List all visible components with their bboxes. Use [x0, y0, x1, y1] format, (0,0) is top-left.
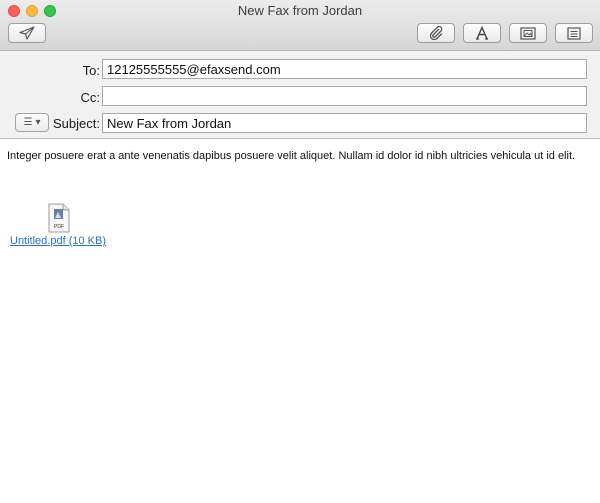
photo-browser-icon	[520, 26, 536, 40]
pdf-icon-label: PDF	[54, 224, 64, 230]
send-button[interactable]	[8, 23, 46, 43]
subject-field[interactable]	[102, 113, 587, 133]
format-button[interactable]	[463, 23, 501, 43]
message-body[interactable]: Integer posuere erat a ante venenatis da…	[7, 150, 593, 163]
paper-plane-icon	[19, 26, 35, 40]
window-title: New Fax from Jordan	[237, 3, 363, 18]
list-icon: ☰	[23, 117, 33, 128]
to-label: To:	[82, 63, 100, 78]
message-headers: To: Cc: ☰ ▾ Subject:	[0, 51, 600, 139]
subject-label: Subject:	[53, 116, 100, 131]
template-icon	[567, 26, 581, 40]
mail-compose-window: New Fax from Jordan To: 12125555555@efax…	[0, 0, 600, 503]
pdf-file-icon: PDF	[48, 203, 70, 233]
paperclip-icon	[429, 26, 443, 40]
cc-field[interactable]	[102, 86, 587, 106]
photo-browser-button[interactable]	[509, 23, 547, 43]
attach-button[interactable]	[417, 23, 455, 43]
font-A-icon	[476, 26, 488, 40]
title-bar: New Fax from Jordan	[0, 0, 600, 51]
stationery-button[interactable]	[555, 23, 593, 43]
attachment-link[interactable]: Untitled.pdf (10 KB)	[10, 235, 106, 247]
to-field[interactable]	[102, 59, 587, 79]
cc-label: Cc:	[80, 90, 101, 105]
